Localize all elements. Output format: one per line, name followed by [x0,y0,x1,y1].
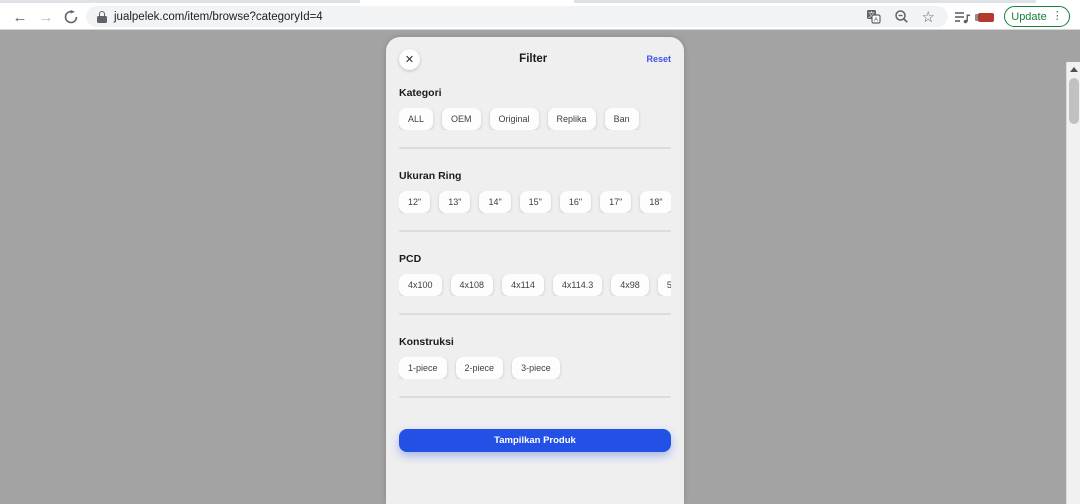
url-text[interactable]: jualpelek.com/item/browse?categoryId=4 [114,11,866,23]
filter-chip[interactable]: 5x100 [658,274,671,296]
svg-text:A: A [873,16,878,23]
filter-chip[interactable]: 12" [399,191,430,213]
filter-chip[interactable]: 4x114 [502,274,544,296]
divider [399,396,671,398]
filter-chip[interactable]: 3-piece [512,357,560,379]
filter-chip[interactable]: Ban [605,108,639,130]
filter-chip[interactable]: 16" [560,191,591,213]
scrollbar-thumb[interactable] [1069,78,1079,124]
filter-chip[interactable]: 4x100 [399,274,442,296]
translate-icon[interactable]: 文A [866,9,881,24]
update-button[interactable]: Update ⋮ [1004,6,1070,27]
address-bar[interactable]: jualpelek.com/item/browse?categoryId=4 文… [86,6,948,27]
divider [399,147,671,149]
show-products-button[interactable]: Tampilkan Produk [399,429,671,452]
filter-chip[interactable]: 17" [600,191,631,213]
browser-toolbar: ← → jualpelek.com/item/browse?categoryId… [0,3,1080,30]
playlist-icon[interactable] [954,10,971,24]
filter-chip[interactable]: OEM [442,108,481,130]
filter-chip[interactable]: Replika [548,108,596,130]
page-background: ✕ Filter Reset Kategori ALL OEM Original Re… [0,31,1080,504]
divider [399,313,671,315]
filter-chip[interactable]: 14" [479,191,510,213]
extension-icon[interactable] [978,13,994,22]
zoom-out-icon[interactable] [894,9,909,24]
bookmark-star-icon[interactable]: ☆ [922,8,935,26]
filter-chip[interactable]: 13" [439,191,470,213]
filter-chip[interactable]: 2-piece [456,357,504,379]
filter-chip[interactable]: 18" [640,191,671,213]
section-label-kategori: Kategori [399,87,671,99]
close-icon[interactable]: ✕ [399,49,420,70]
filter-chip[interactable]: 4x98 [611,274,649,296]
refresh-icon[interactable] [61,7,81,27]
filter-chip[interactable]: 1-piece [399,357,447,379]
filter-chip[interactable]: 15" [520,191,551,213]
menu-kebab-icon[interactable]: ⋮ [1052,11,1063,22]
divider [399,230,671,232]
scrollbar[interactable] [1066,62,1080,504]
scroll-up-icon[interactable] [1070,67,1078,72]
chip-row-pcd: 4x100 4x108 4x114 4x114.3 4x98 5x100 [399,274,671,296]
chip-row-konstruksi: 1-piece 2-piece 3-piece [399,357,671,379]
section-label-ukuran-ring: Ukuran Ring [399,170,671,182]
filter-panel: ✕ Filter Reset Kategori ALL OEM Original Re… [386,37,684,504]
section-label-pcd: PCD [399,253,671,265]
filter-chip[interactable]: ALL [399,108,433,130]
update-label: Update [1011,11,1046,23]
forward-icon[interactable]: → [36,7,56,27]
filter-header: ✕ Filter Reset [399,48,671,70]
lock-icon[interactable] [97,11,107,23]
filter-title: Filter [420,53,646,65]
section-label-konstruksi: Konstruksi [399,336,671,348]
back-icon[interactable]: ← [10,7,30,27]
filter-chip[interactable]: 4x114.3 [553,274,602,296]
chip-row-ukuran-ring: 12"13"14"15"16"17"18"19" [399,191,671,213]
chip-row-kategori: ALL OEM Original Replika Ban [399,108,671,130]
reset-link[interactable]: Reset [646,54,671,64]
filter-chip[interactable]: Original [490,108,539,130]
filter-chip[interactable]: 4x108 [451,274,494,296]
